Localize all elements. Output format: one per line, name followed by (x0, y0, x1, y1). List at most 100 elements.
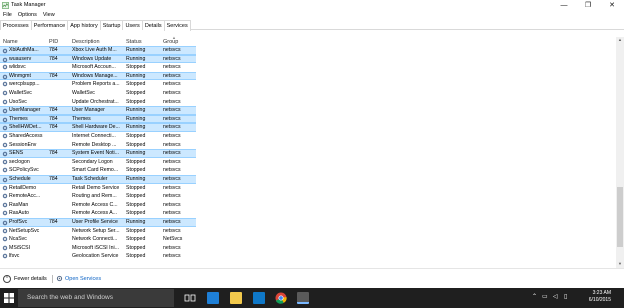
tab-services[interactable]: Services (163, 20, 191, 31)
service-row[interactable]: UserManager 784 User Manager Running netsvcs (0, 106, 196, 115)
service-pid: 784 (49, 150, 58, 157)
edge-browser-icon[interactable] (207, 292, 219, 304)
service-status: Stopped (126, 90, 146, 96)
service-name: SessionEnv (9, 141, 37, 148)
service-status: Running (126, 176, 146, 182)
tab-details[interactable]: Details (141, 20, 165, 30)
close-button[interactable]: ✕ (600, 0, 624, 11)
service-gear-icon (2, 210, 8, 216)
service-status: Stopped (126, 193, 146, 200)
service-row[interactable]: wlidsvc Microsoft Accoun... Stopped netsvcs (0, 63, 196, 72)
service-row[interactable]: wuauserv 784 Windows Update Running netsvcs (0, 54, 196, 64)
tab-app-history[interactable]: App history (67, 20, 101, 30)
open-services-link[interactable]: Open Services (56, 275, 101, 282)
service-row[interactable]: RemoteAcc... Routing and Rem... Stopped net… (0, 192, 196, 201)
service-row[interactable]: RetailDemo Retail Demo Service Stopped nets… (0, 184, 196, 193)
task-manager-taskbar-icon[interactable] (297, 292, 309, 304)
service-name: WalletSvc (9, 90, 32, 96)
service-name: SCPolicySvc (9, 167, 39, 174)
service-status: Running (126, 124, 146, 131)
windows-start-icon[interactable] (4, 293, 14, 303)
service-name: NetSetupSvc (9, 227, 40, 234)
maximize-button[interactable]: ❐ (576, 0, 600, 11)
column-header-description[interactable]: Description (72, 39, 100, 45)
service-status: Stopped (126, 244, 146, 251)
vertical-scrollbar[interactable]: ▲ ▼ (616, 37, 624, 268)
service-row[interactable]: NetSetupSvc Network Setup Ser... Stopped ne… (0, 227, 196, 236)
service-row[interactable]: SharedAccess Internet Connecti... Stopped n… (0, 132, 196, 141)
menu-options[interactable]: Options (15, 11, 40, 20)
file-explorer-icon[interactable] (230, 292, 242, 304)
service-gear-icon (2, 81, 8, 87)
service-status: Running (126, 115, 146, 122)
service-row[interactable]: seclogon Secondary Logon Stopped netsvcs (0, 158, 196, 167)
taskbar-clock[interactable]: 3:23 AM 6/10/2015 (589, 290, 611, 304)
service-name: Schedule (9, 176, 31, 182)
service-name: Winmgmt (9, 72, 31, 79)
service-group: netsvcs (163, 98, 181, 105)
notifications-icon[interactable]: ▯ (564, 293, 567, 300)
service-name: Themes (9, 115, 28, 122)
service-name: RetailDemo (9, 184, 37, 191)
volume-icon[interactable]: ◁ (553, 293, 558, 300)
service-status: Stopped (126, 141, 146, 148)
service-group: netsvcs (163, 176, 181, 182)
scroll-down-icon[interactable]: ▼ (616, 261, 624, 268)
scroll-up-icon[interactable]: ▲ (616, 37, 624, 44)
service-row[interactable]: SENS 784 System Event Noti... Running netsvc… (0, 149, 196, 158)
tab-startup[interactable]: Startup (99, 20, 124, 30)
menu-file[interactable]: File (0, 11, 15, 20)
service-row[interactable]: Winmgmt 784 Windows Manage... Running netsvc… (0, 71, 196, 81)
service-group: netsvcs (163, 115, 181, 122)
service-row[interactable]: WalletSvc WalletSvc Stopped netsvcs (0, 89, 196, 98)
service-name: RemoteAcc... (9, 193, 41, 200)
service-row[interactable]: UsoSvc Update Orchestrat... Stopped netsvcs (0, 98, 196, 107)
store-icon[interactable] (253, 292, 265, 304)
fewer-details-button[interactable]: ⌃ Fewer details (3, 275, 47, 283)
chrome-icon[interactable] (275, 292, 287, 304)
service-row[interactable]: wercplsupp... Problem Reports a... Stopped… (0, 80, 196, 89)
service-row[interactable]: SessionEnv Remote Desktop ... Stopped netsv… (0, 141, 196, 150)
services-list: XblAuthMa... 784 Xbox Live Auth M... Runnin… (0, 46, 616, 268)
tab-performance[interactable]: Performance (30, 20, 69, 30)
service-row[interactable]: RasMan Remote Access C... Stopped netsvcs (0, 201, 196, 210)
service-description: Network Connecti... (72, 236, 118, 243)
tray-up-arrow-icon[interactable]: ⌃ (532, 293, 537, 300)
service-group: netsvcs (163, 244, 181, 251)
menu-view[interactable]: View (40, 11, 58, 20)
service-gear-icon (2, 185, 8, 191)
service-row[interactable]: XblAuthMa... 784 Xbox Live Auth M... Runnin… (0, 46, 196, 55)
service-gear-icon (2, 99, 8, 105)
service-row[interactable]: ProfSvc 784 User Profile Service Running net… (0, 218, 196, 227)
column-header-status[interactable]: Status (126, 39, 142, 45)
service-group: netsvcs (163, 141, 181, 148)
minimize-button[interactable]: — (552, 0, 576, 11)
task-view-icon[interactable] (184, 292, 196, 304)
service-row[interactable]: RasAuto Remote Access A... Stopped netsvcs (0, 209, 196, 218)
service-gear-icon (2, 202, 8, 208)
service-pid: 784 (49, 55, 58, 62)
service-description: Remote Access C... (72, 201, 118, 208)
service-row[interactable]: Schedule 784 Task Scheduler Running netsvcs (0, 175, 196, 184)
service-row[interactable]: lfsvc Geolocation Service Stopped netsvcs (0, 252, 196, 261)
service-gear-icon (2, 220, 8, 226)
scrollbar-thumb[interactable] (617, 187, 623, 247)
service-row[interactable]: MSiSCSI Microsoft iSCSI Ini... Stopped nets… (0, 244, 196, 253)
column-header-group[interactable]: Group (163, 39, 178, 45)
column-header-name[interactable]: Name (3, 39, 18, 45)
service-group: netsvcs (163, 210, 181, 217)
tab-users[interactable]: Users (122, 20, 143, 30)
service-row[interactable]: SCPolicySvc Smart Card Remo... Stopped nets… (0, 166, 196, 175)
service-row[interactable]: NcaSvc Network Connecti... Stopped NetSvcs (0, 235, 196, 244)
column-header-pid[interactable]: PID (49, 39, 58, 45)
tab-processes[interactable]: Processes (0, 20, 32, 30)
service-row[interactable]: ShellHWDet... 784 Shell Hardware De... Runn… (0, 123, 196, 132)
service-description: Update Orchestrat... (72, 98, 119, 105)
service-status: Stopped (126, 98, 146, 105)
taskbar-search-box[interactable]: Search the web and Windows (18, 289, 174, 307)
service-gear-icon (2, 193, 8, 199)
service-gear-icon (2, 74, 8, 80)
service-name: wlidsvc (9, 64, 26, 71)
network-icon[interactable]: ▭ (542, 293, 548, 300)
service-row[interactable]: Themes 784 Themes Running netsvcs (0, 114, 196, 124)
